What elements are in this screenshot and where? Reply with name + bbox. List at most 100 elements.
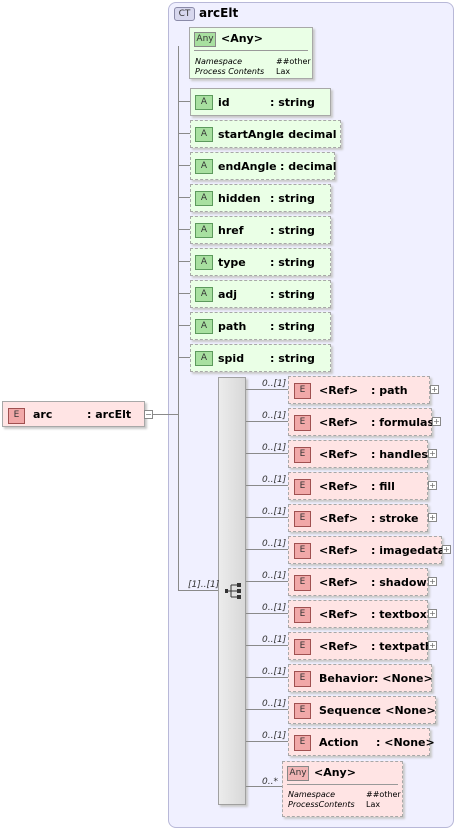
child-element-name: <Ref>: [319, 416, 359, 429]
root-connector-line: [153, 414, 178, 415]
child-element-fill[interactable]: E <Ref>: fill: [288, 472, 428, 500]
any-attribute-process-key: Process Contents: [195, 67, 265, 76]
attribute-hidden[interactable]: Ahidden: string: [190, 184, 331, 212]
child-element-type: : handles: [371, 448, 428, 461]
child-element-name: <Ref>: [319, 448, 359, 461]
child-element-name: <Ref>: [319, 608, 359, 621]
any-element-namespace-value: ##other: [366, 790, 401, 799]
child-connector-line: [246, 581, 288, 582]
child-occurrence: 0..[1]: [262, 699, 287, 709]
attribute-connector-line: [178, 293, 190, 294]
attribute-endangle[interactable]: AendAngle: decimal: [190, 152, 337, 180]
child-element-type: : stroke: [371, 512, 419, 525]
expand-toggle[interactable]: +: [432, 417, 441, 426]
child-element-imagedata[interactable]: E <Ref>: imagedata: [288, 536, 445, 564]
child-connector-line: [246, 741, 288, 742]
element-badge: E: [294, 671, 311, 687]
attribute-startangle[interactable]: AstartAngle: decimal: [190, 120, 341, 148]
child-connector-line: [246, 421, 288, 422]
child-element-textpath[interactable]: E <Ref>: textpath: [288, 632, 433, 660]
any-element-process-value: Lax: [366, 800, 381, 809]
any-element-badge: Any: [287, 766, 309, 781]
child-element-shadow[interactable]: E <Ref>: shadow: [288, 568, 428, 596]
attribute-badge: A: [195, 287, 213, 302]
attribute-type: : string: [270, 352, 315, 365]
child-element-name: <Ref>: [319, 512, 359, 525]
child-element-type: : path: [371, 384, 408, 397]
attribute-badge: A: [195, 95, 213, 110]
attribute-name: path: [218, 320, 247, 333]
attribute-type: : string: [270, 96, 315, 109]
child-element-stroke[interactable]: E <Ref>: stroke: [288, 504, 428, 532]
child-element-path[interactable]: E <Ref>: path: [288, 376, 430, 404]
child-element-textbox[interactable]: E <Ref> : textbox: [288, 600, 428, 628]
child-element-name: Behavior: [319, 672, 375, 685]
child-element-name: <Ref>: [319, 480, 359, 493]
child-occurrence: 0..[1]: [262, 635, 287, 645]
attribute-path[interactable]: Apath: string: [190, 312, 331, 340]
expand-toggle[interactable]: +: [428, 609, 437, 618]
root-element-name: arc: [33, 408, 53, 421]
attribute-connector-line: [178, 101, 190, 102]
expand-toggle[interactable]: +: [430, 385, 439, 394]
any-element-box[interactable]: Any <Any> Namespace ##other ProcessConte…: [282, 761, 403, 817]
attribute-badge: A: [195, 127, 213, 142]
expand-toggle[interactable]: +: [428, 577, 437, 586]
trunk-line: [178, 46, 179, 590]
child-occurrence: 0..[1]: [262, 571, 287, 581]
attribute-name: adj: [218, 288, 238, 301]
attribute-type: : string: [270, 224, 315, 237]
any-attribute-namespace-value: ##other: [276, 57, 311, 66]
any-attribute-process-value: Lax: [276, 67, 291, 76]
child-connector-line: [246, 549, 288, 550]
expand-toggle[interactable]: +: [428, 641, 437, 650]
attribute-href[interactable]: Ahref: string: [190, 216, 331, 244]
attribute-badge: A: [195, 319, 213, 334]
attribute-name: endAngle: [218, 160, 277, 173]
attribute-connector-line: [178, 261, 190, 262]
element-badge: E: [294, 607, 311, 623]
child-occurrence: 0..[1]: [262, 411, 287, 421]
any-attribute-box[interactable]: Any <Any> Namespace ##other Process Cont…: [189, 27, 313, 79]
child-element-type: : textbox: [371, 608, 427, 621]
attribute-name: type: [218, 256, 246, 269]
expand-toggle[interactable]: +: [442, 545, 451, 554]
any-element-occurrence: 0..*: [262, 777, 278, 787]
element-badge: E: [8, 408, 25, 424]
element-badge: E: [294, 703, 311, 719]
child-element-none[interactable]: E Behavior: <None>: [288, 664, 433, 692]
child-element-name: Action: [319, 736, 359, 749]
attribute-type[interactable]: Atype: string: [190, 248, 331, 276]
attribute-badge: A: [195, 255, 213, 270]
child-element-none[interactable]: E Action: <None>: [288, 728, 435, 756]
child-occurrence: 0..[1]: [262, 539, 287, 549]
attribute-name: href: [218, 224, 244, 237]
expand-toggle[interactable]: +: [428, 513, 437, 522]
expand-toggle[interactable]: +: [428, 481, 437, 490]
child-element-none[interactable]: E Sequence: <None>: [288, 696, 436, 724]
child-element-name: Sequence: [319, 704, 380, 717]
child-occurrence: 0..[1]: [262, 603, 287, 613]
child-element-name: <Ref>: [319, 576, 359, 589]
attribute-id[interactable]: Aid: string: [190, 88, 331, 116]
child-element-type: : textpath: [371, 640, 433, 653]
attribute-badge: A: [195, 191, 213, 206]
any-element-title: <Any>: [314, 766, 356, 779]
attribute-name: hidden: [218, 192, 261, 205]
sequence-connector-line: [178, 590, 218, 591]
child-connector-line: [246, 709, 288, 710]
expand-toggle[interactable]: +: [428, 449, 437, 458]
sequence-occurrence: [1]..[1]: [188, 580, 220, 590]
root-element-arc[interactable]: E arc : arcElt: [2, 401, 145, 427]
attribute-spid[interactable]: Aspid: string: [190, 344, 331, 372]
attribute-connector-line: [178, 165, 190, 166]
attribute-type: : decimal: [280, 160, 337, 173]
child-element-type: : fill: [371, 480, 395, 493]
any-element-namespace-key: Namespace: [288, 790, 336, 799]
child-occurrence: 0..[1]: [262, 475, 287, 485]
collapse-toggle[interactable]: −: [144, 410, 153, 419]
child-element-formulas[interactable]: E <Ref>: formulas: [288, 408, 434, 436]
child-occurrence: 0..[1]: [262, 667, 287, 677]
attribute-adj[interactable]: Aadj: string: [190, 280, 331, 308]
child-element-handles[interactable]: E <Ref>: handles: [288, 440, 428, 468]
